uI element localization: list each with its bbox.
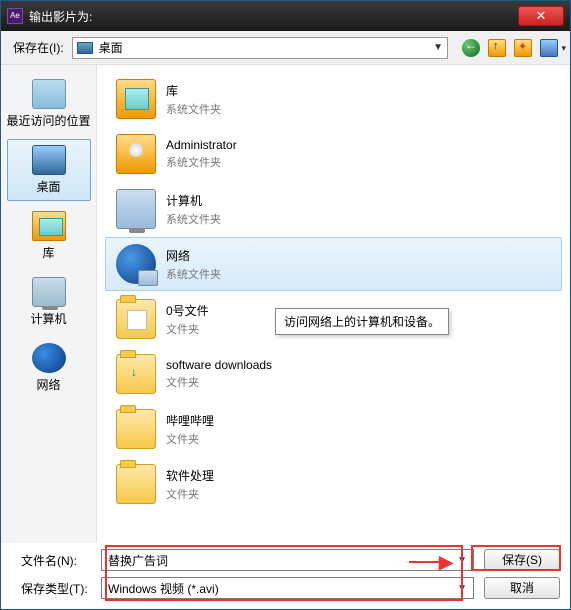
new-folder-button[interactable] (514, 39, 532, 57)
item-title: 网络 (166, 247, 221, 264)
footer: ▶ 文件名(N): 替换广告词 ▼ 保存(S) 保存类型(T): Windows… (1, 543, 570, 609)
item-title: 库 (166, 82, 221, 99)
desktop-icon (32, 145, 66, 175)
location-value: 桌面 (99, 39, 123, 56)
chevron-down-icon: ▼ (457, 555, 467, 566)
filename-label: 文件名(N): (11, 552, 101, 569)
toolbar: 保存在(I): 桌面 ▼ (1, 31, 570, 65)
places-item-computer[interactable]: 计算机 (7, 271, 91, 333)
network-icon (32, 343, 66, 373)
places-item-desktop[interactable]: 桌面 (7, 139, 91, 201)
cancel-button[interactable]: 取消 (484, 577, 560, 599)
desktop-icon (77, 42, 93, 54)
annotation-arrow-icon: ▶ (439, 552, 453, 573)
item-title: Administrator (166, 138, 237, 152)
savein-label: 保存在(I): (13, 39, 64, 56)
places-item-network[interactable]: 网络 (7, 337, 91, 399)
save-dialog: Ae 输出影片为: ✕ 保存在(I): 桌面 ▼ 最近访问的位置桌面库计算机网络… (0, 0, 571, 610)
places-item-label: 最近访问的位置 (7, 112, 91, 129)
dialog-title: 输出影片为: (29, 8, 92, 25)
list-item[interactable]: 网络系统文件夹 (105, 237, 562, 291)
app-icon: Ae (7, 8, 23, 24)
titlebar: Ae 输出影片为: ✕ (1, 1, 570, 31)
list-item[interactable]: 哔哩哔哩文件夹 (105, 402, 562, 456)
comp-icon (116, 189, 156, 229)
location-combo[interactable]: 桌面 ▼ (72, 37, 448, 59)
chevron-down-icon: ▼ (433, 42, 443, 53)
up-one-level-button[interactable] (488, 39, 506, 57)
save-button[interactable]: 保存(S) (484, 549, 560, 571)
filename-input[interactable]: 替换广告词 ▼ (101, 549, 474, 571)
user-icon (116, 134, 156, 174)
tooltip: 访问网络上的计算机和设备。 (275, 308, 449, 335)
folder-icon (116, 354, 156, 394)
places-item-label: 桌面 (36, 178, 60, 195)
folder-icon (116, 299, 156, 339)
item-subtitle: 文件夹 (166, 431, 214, 447)
places-item-recent[interactable]: 最近访问的位置 (7, 73, 91, 135)
list-item[interactable]: 计算机系统文件夹 (105, 182, 562, 236)
computer-icon (32, 277, 66, 307)
file-listing[interactable]: 库系统文件夹Administrator系统文件夹计算机系统文件夹网络系统文件夹访… (97, 65, 570, 543)
chevron-down-icon: ▼ (457, 583, 467, 594)
item-title: 0号文件 (166, 302, 209, 319)
list-item[interactable]: Administrator 系统文件夹 (105, 127, 562, 181)
places-bar: 最近访问的位置桌面库计算机网络 (1, 65, 97, 543)
filetype-label: 保存类型(T): (11, 580, 101, 597)
item-subtitle: 系统文件夹 (166, 211, 221, 227)
folder-icon (116, 409, 156, 449)
library-icon (32, 211, 66, 241)
item-title: 哔哩哔哩 (166, 412, 214, 429)
close-button[interactable]: ✕ (518, 6, 564, 26)
list-item[interactable]: 库系统文件夹 (105, 72, 562, 126)
places-item-label: 库 (42, 244, 54, 261)
filetype-value: Windows 视频 (*.avi) (108, 580, 219, 597)
places-item-label: 网络 (36, 376, 60, 393)
places-item-library[interactable]: 库 (7, 205, 91, 267)
list-item[interactable]: software downloads 文件夹 (105, 347, 562, 401)
item-title: 计算机 (166, 192, 221, 209)
item-subtitle: 系统文件夹 (166, 154, 237, 170)
item-subtitle: 文件夹 (166, 321, 209, 337)
places-item-label: 计算机 (30, 310, 66, 327)
item-subtitle: 文件夹 (166, 486, 214, 502)
item-subtitle: 文件夹 (166, 374, 272, 390)
lib-icon (116, 79, 156, 119)
back-button[interactable] (462, 39, 480, 57)
item-subtitle: 系统文件夹 (166, 101, 221, 117)
list-item[interactable]: 软件处理文件夹 (105, 457, 562, 511)
item-title: 软件处理 (166, 467, 214, 484)
recent-icon (32, 79, 66, 109)
filetype-combo[interactable]: Windows 视频 (*.avi) ▼ (101, 577, 474, 599)
item-title: software downloads (166, 358, 272, 372)
folder-icon (116, 464, 156, 504)
item-subtitle: 系统文件夹 (166, 266, 221, 282)
filename-value: 替换广告词 (108, 552, 168, 569)
net-icon (116, 244, 156, 284)
view-menu-button[interactable] (540, 39, 558, 57)
